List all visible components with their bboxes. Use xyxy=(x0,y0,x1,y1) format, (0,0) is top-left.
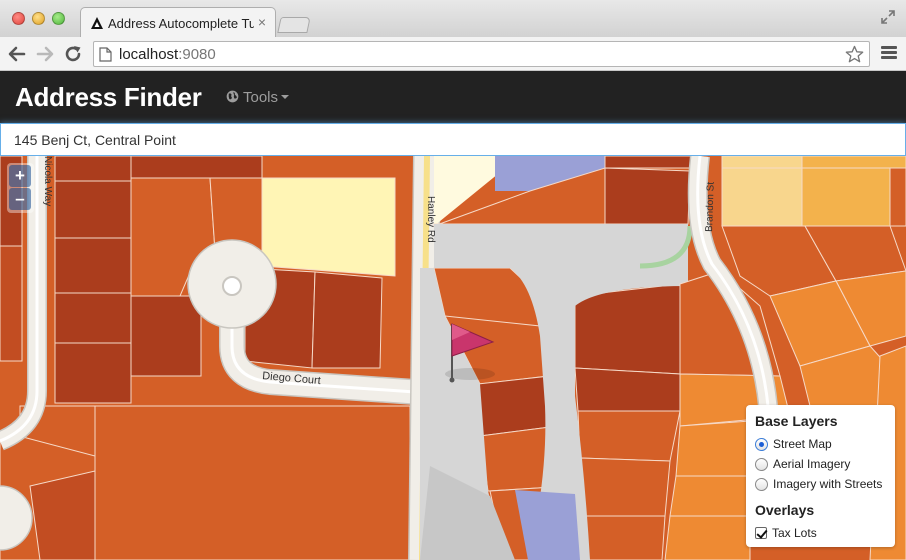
street-label-hanley-rd: Hanley Rd xyxy=(425,196,436,243)
window-maximize-button[interactable] xyxy=(52,12,65,25)
base-layer-label: Street Map xyxy=(773,437,832,451)
base-layers-heading: Base Layers xyxy=(755,413,838,429)
browser-tab[interactable]: Address Autocomplete Tut × xyxy=(80,7,276,38)
window-close-button[interactable] xyxy=(12,12,25,25)
back-arrow-icon[interactable] xyxy=(6,43,28,65)
forward-arrow-icon[interactable] xyxy=(34,43,56,65)
page-icon xyxy=(99,47,112,62)
aerial-imagery-radio[interactable] xyxy=(755,457,768,471)
caret-down-icon xyxy=(281,95,290,99)
tools-label: Tools xyxy=(243,89,279,106)
overlays-heading: Overlays xyxy=(755,502,815,518)
overlay-label: Tax Lots xyxy=(772,526,817,540)
tab-title: Address Autocomplete Tut xyxy=(108,16,254,31)
base-layer-label: Imagery with Streets xyxy=(773,477,883,491)
fullscreen-icon[interactable] xyxy=(880,9,896,25)
window-minimize-button[interactable] xyxy=(32,12,45,25)
layer-control-panel: Base Layers Street Map Aerial Imagery Im… xyxy=(746,405,895,547)
zoom-in-button[interactable]: + xyxy=(9,165,31,187)
app-navbar: Address Finder Tools xyxy=(0,71,906,123)
street-map-radio[interactable] xyxy=(755,437,768,451)
favicon-icon xyxy=(91,17,103,29)
zoom-out-button[interactable]: – xyxy=(9,188,31,210)
address-search-input[interactable] xyxy=(0,123,906,156)
tax-lots-checkbox[interactable] xyxy=(755,527,767,539)
base-layer-label: Aerial Imagery xyxy=(773,457,851,471)
overlay-option-tax-lots[interactable]: Tax Lots xyxy=(755,523,886,543)
base-layer-option-imagery-with-streets[interactable]: Imagery with Streets xyxy=(755,474,886,494)
zoom-control: + – xyxy=(7,163,34,213)
browser-menu-icon[interactable] xyxy=(881,46,897,61)
street-label-nicola-way: Nicola Way xyxy=(42,156,53,206)
browser-toolbar: localhost:9080 xyxy=(0,37,906,71)
imagery-with-streets-radio[interactable] xyxy=(755,477,768,491)
base-layer-option-aerial-imagery[interactable]: Aerial Imagery xyxy=(755,454,886,474)
tab-close-icon[interactable]: × xyxy=(258,14,266,30)
globe-icon xyxy=(226,90,239,103)
street-label-brandon-st: Brandon St xyxy=(704,181,717,232)
new-tab-button[interactable] xyxy=(277,17,311,33)
reload-icon[interactable] xyxy=(62,43,84,65)
address-bar[interactable]: localhost:9080 xyxy=(93,41,870,67)
base-layer-option-street-map[interactable]: Street Map xyxy=(755,434,886,454)
browser-titlebar: Address Autocomplete Tut × xyxy=(0,0,906,38)
bookmark-star-icon[interactable] xyxy=(845,45,864,64)
tools-dropdown[interactable]: Tools xyxy=(226,89,290,106)
url-text: localhost:9080 xyxy=(119,46,216,63)
app-brand[interactable]: Address Finder xyxy=(15,82,202,113)
